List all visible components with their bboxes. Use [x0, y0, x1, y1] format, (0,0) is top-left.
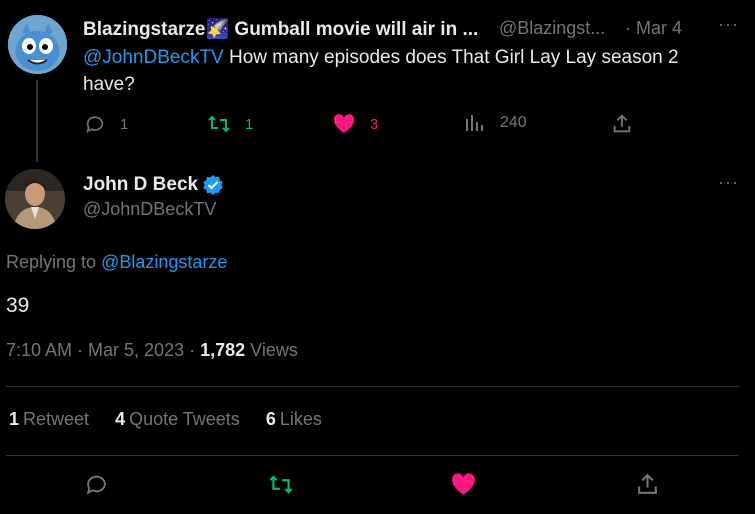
heart-icon — [450, 473, 477, 501]
parent-reply-count: 1 — [120, 115, 129, 133]
retweet-icon — [207, 113, 231, 135]
engagement-stats: 1 Retweet 4 Quote Tweets 6 Likes — [9, 409, 348, 430]
tweet-timestamp[interactable]: 7:10 AM · Mar 5, 2023 · — [6, 340, 200, 360]
divider-bottom — [6, 455, 739, 456]
reply-icon — [84, 113, 106, 135]
retweet-icon — [268, 475, 294, 501]
parent-retweet-count: 1 — [245, 115, 254, 133]
tweet-meta: 7:10 AM · Mar 5, 2023 · 1,782 Views — [6, 340, 298, 361]
replying-to: Replying to @Blazingstarze — [6, 252, 227, 273]
thread-line — [36, 80, 38, 162]
verified-badge-icon — [202, 174, 224, 201]
main-retweet-button[interactable] — [268, 472, 294, 502]
views-label: Views — [245, 340, 298, 360]
main-author-name[interactable]: John D Beck — [83, 174, 198, 196]
quotes-label: Quote Tweets — [129, 409, 240, 429]
analytics-icon — [464, 113, 484, 133]
reply-icon — [84, 475, 109, 501]
main-reply-button[interactable] — [84, 472, 109, 502]
parent-tweet-text: @JohnDBeckTV How many episodes does That… — [83, 44, 723, 98]
share-icon — [611, 113, 633, 135]
parent-author-name[interactable]: Blazingstarze🌠 Gumball movie will air in… — [83, 17, 478, 41]
parent-like-count: 3 — [370, 115, 379, 133]
parent-like-button[interactable]: 3 — [332, 113, 378, 135]
main-like-button[interactable] — [450, 472, 477, 502]
main-avatar[interactable] — [5, 169, 65, 229]
parent-share-button[interactable] — [611, 113, 633, 135]
heart-icon — [332, 113, 356, 135]
parent-view-count: 240 — [500, 114, 527, 131]
parent-author-handle[interactable]: @Blazingst... — [499, 18, 605, 39]
main-tweet-text: 39 — [6, 294, 30, 317]
main-more-button[interactable]: ··· — [718, 172, 739, 193]
quote-tweets-stat[interactable]: 4 Quote Tweets — [115, 409, 240, 430]
likes-stat[interactable]: 6 Likes — [266, 409, 322, 430]
quotes-count: 4 — [115, 409, 126, 429]
parent-retweet-button[interactable]: 1 — [207, 113, 253, 135]
parent-mention-link[interactable]: @JohnDBeckTV — [83, 47, 224, 68]
divider-top — [6, 386, 739, 387]
likes-count: 6 — [265, 409, 276, 429]
parent-more-button[interactable]: ··· — [718, 14, 739, 35]
main-share-button[interactable] — [635, 472, 660, 502]
likes-label: Likes — [279, 409, 322, 429]
views-count: 1,782 — [200, 340, 246, 360]
parent-avatar[interactable] — [8, 15, 67, 74]
retweets-label: Retweet — [23, 409, 90, 429]
parent-reply-button[interactable]: 1 — [84, 113, 128, 135]
parent-tweet-date[interactable]: · Mar 4 — [625, 18, 682, 39]
retweets-stat[interactable]: 1 Retweet — [9, 409, 89, 430]
retweets-count: 1 — [9, 409, 20, 429]
parent-views-button[interactable]: 240 — [464, 113, 527, 133]
share-icon — [635, 473, 660, 501]
replying-prefix: Replying to — [6, 252, 102, 272]
main-author-handle[interactable]: @JohnDBeckTV — [83, 199, 216, 220]
replying-to-link[interactable]: @Blazingstarze — [101, 252, 227, 272]
